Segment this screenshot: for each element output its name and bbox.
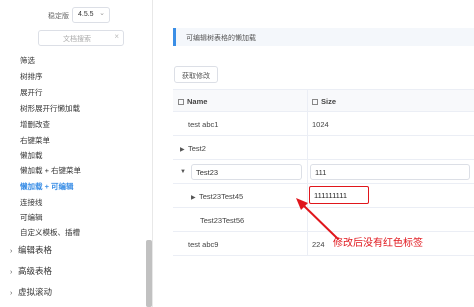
column-divider (307, 160, 308, 183)
sidebar-item-custom-template[interactable]: 自定义模板、插槽 (20, 227, 80, 238)
cell-size: 1024 (312, 120, 329, 129)
version-value: 4.5.5 (78, 11, 94, 18)
edit-icon (312, 99, 318, 105)
sidebar-item-lazy[interactable]: 懒加载 (20, 150, 43, 161)
chevron-right-icon: › (10, 290, 13, 297)
column-divider (307, 136, 308, 159)
sidebar-group-virtual-scroll[interactable]: › 虚拟滚动 (10, 286, 52, 298)
sidebar: 稳定版 4.5.5 ⌄ 文档搜索 × 筛选 树排序 展开行 树形展开行懒加载 增… (0, 0, 153, 307)
sidebar-item-editable[interactable]: 可编辑 (20, 212, 43, 223)
version-select[interactable]: 4.5.5 ⌄ (72, 7, 110, 23)
size-edit-input[interactable]: 111 (310, 164, 470, 180)
sidebar-scrollbar[interactable] (146, 240, 152, 307)
chevron-down-icon: ⌄ (99, 10, 105, 17)
chevron-right-icon: › (10, 269, 13, 276)
search-placeholder: 文档搜索 (63, 36, 91, 43)
expand-arrow-icon[interactable]: ▶ (180, 146, 188, 153)
sidebar-group-advanced-table[interactable]: › 高级表格 (10, 265, 52, 277)
sidebar-item-filter[interactable]: 筛选 (20, 55, 35, 66)
sidebar-item-lazy-context-menu[interactable]: 懒加载 + 右键菜单 (20, 165, 81, 176)
main-content: 可编辑树表格的懒加载 获取修改 Name Size test abc1 1024… (153, 0, 474, 307)
sidebar-item-tree-sort[interactable]: 树排序 (20, 71, 43, 82)
sidebar-item-connect-line[interactable]: 连接线 (20, 197, 43, 208)
version-row: 稳定版 4.5.5 ⌄ (0, 0, 153, 28)
chevron-right-icon: › (10, 248, 13, 255)
name-edit-input[interactable]: Test23 (191, 164, 302, 180)
column-divider (307, 112, 308, 135)
cell-name: ▶ Test2 (180, 144, 206, 153)
version-label: 稳定版 (48, 13, 69, 20)
collapse-arrow-icon[interactable]: ▼ (180, 169, 188, 175)
sidebar-group-edit-table[interactable]: › 编辑表格 (10, 244, 52, 256)
annotation-note: 修改后没有红色标签 (333, 238, 423, 249)
table-header: Name Size (173, 90, 474, 112)
cell-name: ▶ Test23Test45 (191, 192, 244, 201)
expand-arrow-icon[interactable]: ▶ (191, 194, 199, 201)
column-header-name[interactable]: Name (178, 97, 207, 106)
column-header-size[interactable]: Size (312, 97, 336, 106)
cell-name: test abc1 (188, 120, 219, 129)
sidebar-item-context-menu[interactable]: 右键菜单 (20, 135, 50, 146)
edit-icon (178, 99, 184, 105)
sidebar-item-crud[interactable]: 增删改查 (20, 119, 50, 130)
cell-name: Test23Test56 (200, 216, 245, 225)
table-row[interactable]: test abc1 1024 (173, 112, 474, 136)
sidebar-item-expand-row[interactable]: 展开行 (20, 87, 43, 98)
sidebar-item-tree-expand-lazy[interactable]: 树形展开行懒加载 (20, 103, 80, 114)
search-input[interactable]: 文档搜索 × (38, 30, 124, 46)
page-title-bar: 可编辑树表格的懒加载 (173, 28, 474, 46)
sidebar-group-label: 编辑表格 (18, 245, 53, 255)
get-changes-button[interactable]: 获取修改 (174, 66, 218, 83)
sidebar-group-label: 虚拟滚动 (18, 287, 53, 297)
page-title: 可编辑树表格的懒加载 (186, 35, 256, 42)
close-icon[interactable]: × (114, 32, 119, 41)
cell-name: test abc9 (188, 240, 219, 249)
sidebar-item-lazy-editable[interactable]: 懒加载 + 可编辑 (20, 181, 74, 192)
sidebar-group-label: 高级表格 (18, 266, 53, 276)
table-row[interactable]: ▼ Test23 111 (173, 160, 474, 184)
table-row[interactable]: ▶ Test2 (173, 136, 474, 160)
column-divider (307, 90, 308, 111)
